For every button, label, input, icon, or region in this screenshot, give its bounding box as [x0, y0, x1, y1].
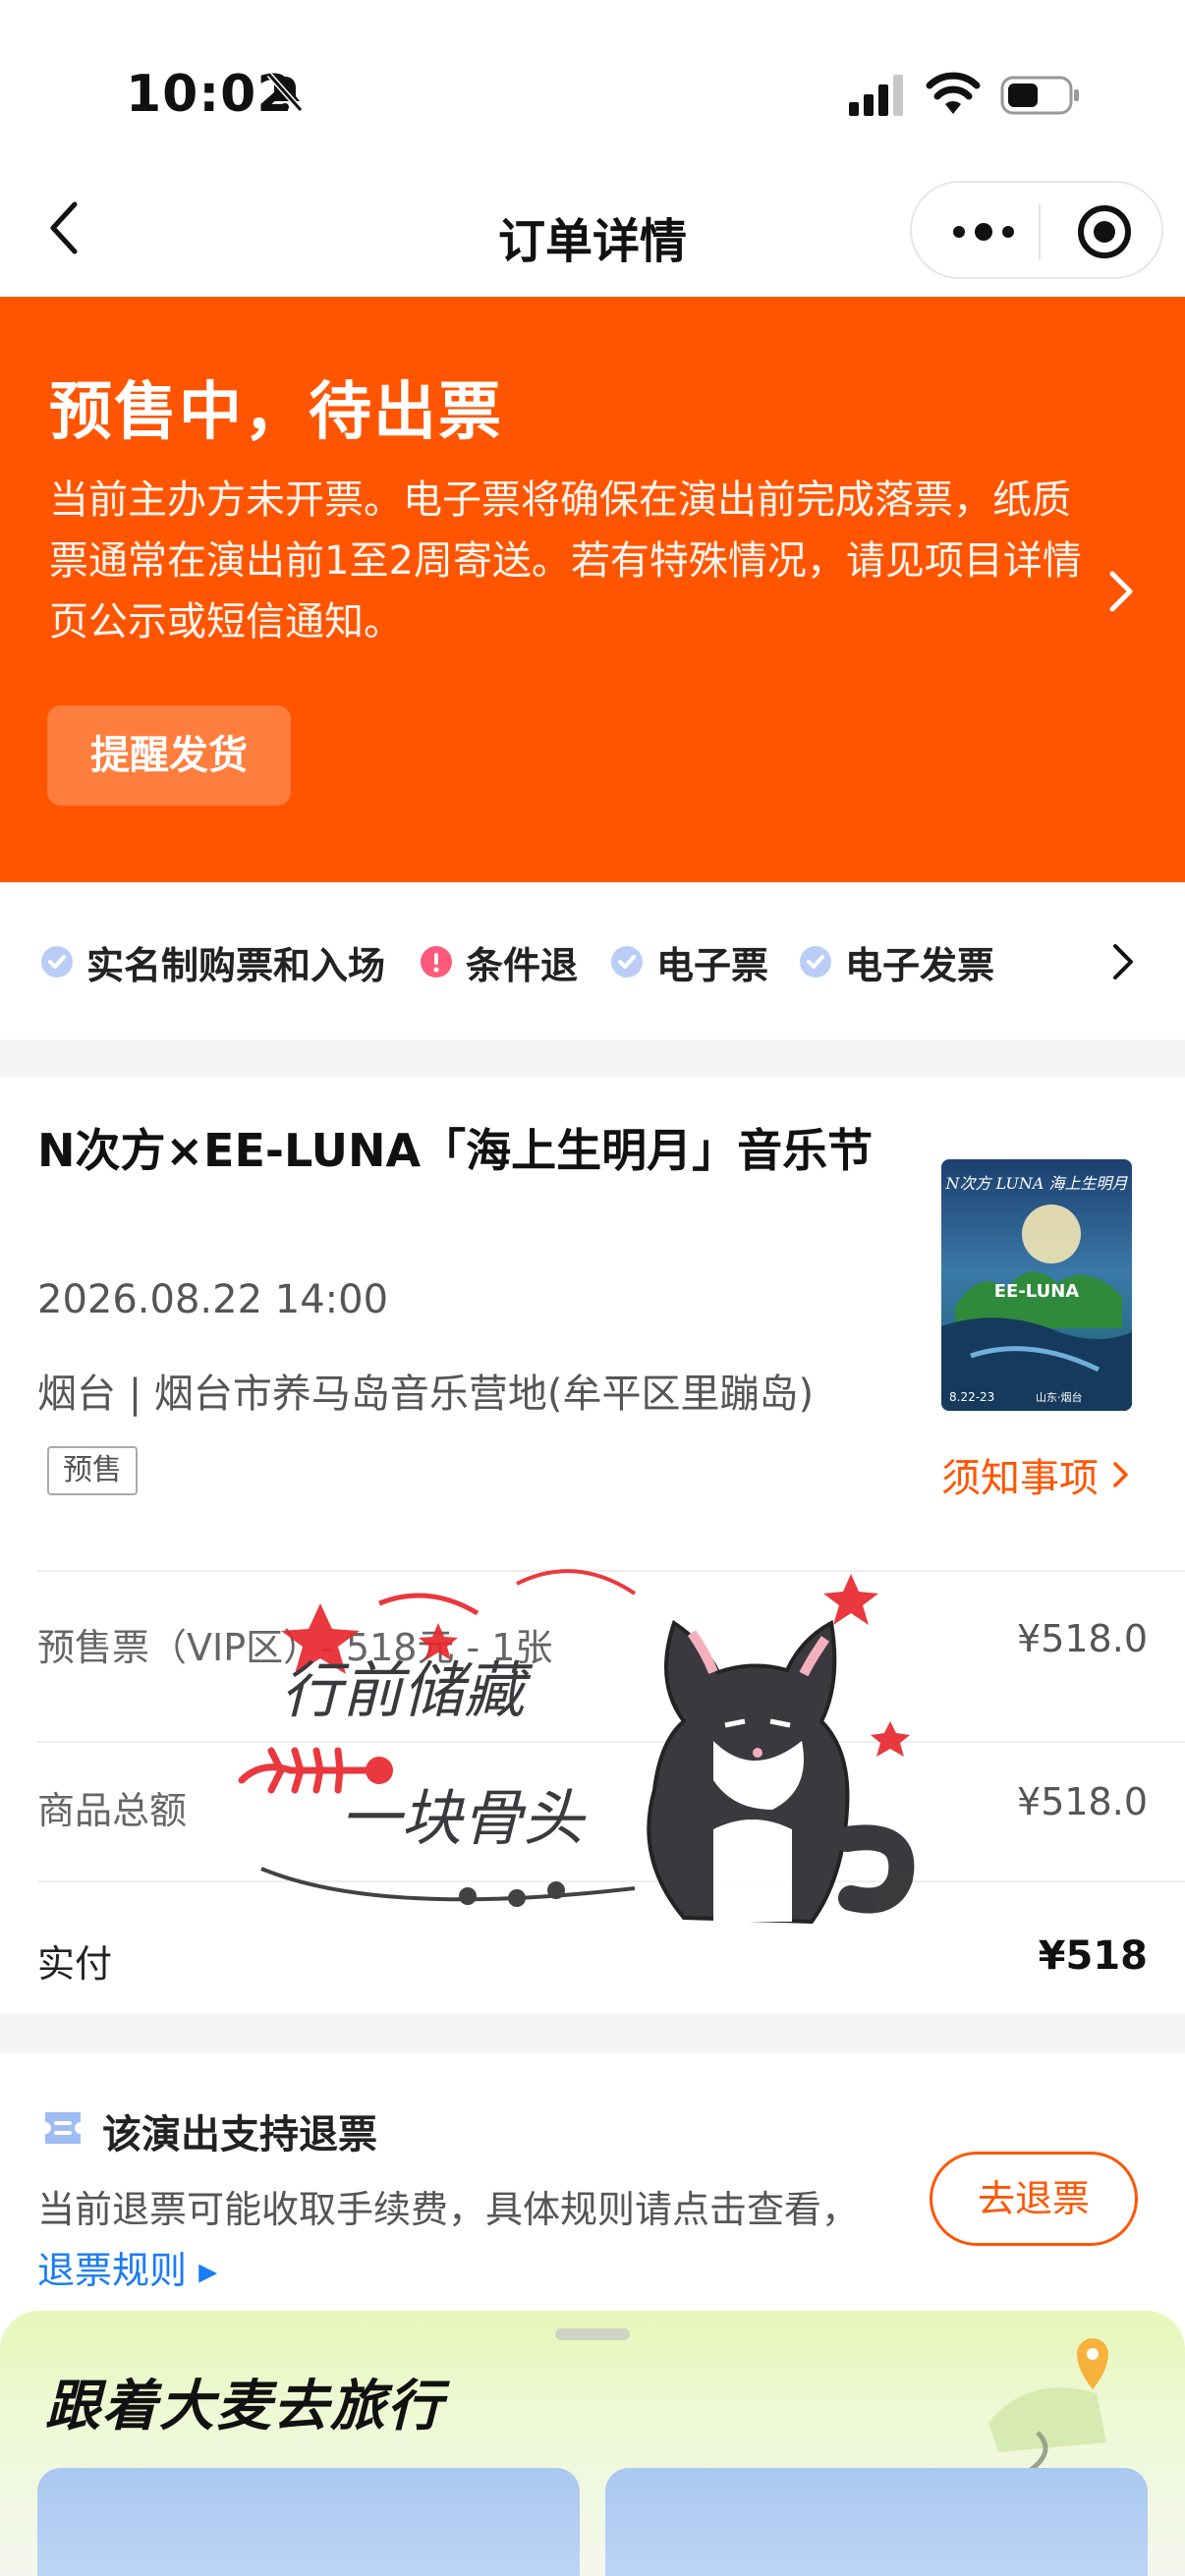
- sticker-text-line2: 一块骨头: [340, 1782, 587, 1854]
- more-icon[interactable]: [949, 212, 1018, 252]
- mini-program-capsule: [910, 181, 1163, 279]
- travel-title: 跟着大麦去旅行: [45, 2375, 444, 2438]
- remind-delivery-button[interactable]: 提醒发货: [47, 705, 291, 806]
- check-icon: [41, 946, 73, 978]
- refund-title: 该演出支持退票: [102, 2112, 377, 2157]
- order-status-description: 当前主办方未开票。电子票将确保在演出前完成落票，纸质票通常在演出前1至2周寄送。…: [49, 477, 1082, 644]
- signal-icon: [849, 75, 903, 116]
- refund-card: 该演出支持退票 当前退票可能收取手续费，具体规则请点击查看， 退票规则 ▸ 去退票: [0, 2053, 1185, 2348]
- sheet-grabber[interactable]: [555, 2328, 630, 2340]
- event-datetime: 2026.08.22 14:00: [37, 1277, 389, 1322]
- ticket-line-amount: ¥518.0: [1017, 1617, 1148, 1660]
- target-icon[interactable]: [1075, 202, 1134, 261]
- travel-card[interactable]: [37, 2468, 580, 2576]
- poster-place: 山东·烟台: [1036, 1390, 1083, 1404]
- chevron-right-icon: [1113, 1462, 1128, 1487]
- event-venue: 烟台 | 烟台市养马岛音乐营地(牟平区里蹦岛): [37, 1372, 815, 1417]
- notice-link-label: 须知事项: [941, 1456, 1099, 1501]
- tag-e-invoice: 电子发票: [800, 939, 994, 987]
- service-tags-row[interactable]: 实名制购票和入场 条件退 电子票 电子发票: [0, 882, 1185, 1039]
- notice-link[interactable]: 须知事项: [941, 1446, 1132, 1503]
- paid-label: 实付: [37, 1942, 113, 1986]
- chevron-right-icon: [1113, 944, 1133, 980]
- tag-label: 条件退: [466, 943, 579, 987]
- tag-real-name: 实名制购票和入场: [41, 939, 385, 987]
- travel-card[interactable]: [605, 2468, 1148, 2576]
- status-bar: 10:02: [0, 0, 1185, 177]
- poster-title: N次方 LUNA 海上生明月: [945, 1174, 1129, 1193]
- chevron-right-icon: [1109, 571, 1133, 612]
- cat-sticker: 行前储藏 一块骨头: [238, 1569, 915, 1925]
- poster-date: 8.22-23: [949, 1390, 994, 1404]
- presale-badge: 预售: [47, 1446, 138, 1495]
- event-title[interactable]: N次方×EE-LUNA「海上生明月」音乐节: [37, 1116, 902, 1185]
- subtotal-label: 商品总额: [37, 1789, 188, 1832]
- tag-e-ticket: 电子票: [611, 939, 768, 987]
- wifi-icon: [926, 72, 981, 114]
- ticket-icon: [45, 2112, 81, 2144]
- caret-right-icon: ▸: [187, 2249, 218, 2292]
- travel-sheet[interactable]: 跟着大麦去旅行: [0, 2311, 1185, 2576]
- tag-label: 电子票: [656, 943, 769, 987]
- event-poster[interactable]: N次方 LUNA 海上生明月 EE-LUNA 8.22-23 山东·烟台: [941, 1159, 1132, 1411]
- capsule-divider: [1039, 204, 1041, 259]
- refund-rule-link[interactable]: 退票规则: [37, 2249, 187, 2292]
- sticker-text-line1: 行前储藏: [281, 1654, 534, 1726]
- bell-slash-icon: [266, 73, 304, 112]
- refund-description: 当前退票可能收取手续费，具体规则请点击查看， 退票规则 ▸: [37, 2179, 882, 2301]
- battery-icon: [1000, 76, 1079, 115]
- tag-label: 电子发票: [845, 943, 995, 987]
- exclamation-icon: [421, 946, 452, 978]
- refund-description-text: 当前退票可能收取手续费，具体规则请点击查看，: [37, 2188, 860, 2231]
- nav-bar: 订单详情: [0, 177, 1185, 297]
- poster-mid-text: EE-LUNA: [994, 1281, 1080, 1302]
- tag-label: 实名制购票和入场: [86, 943, 386, 987]
- check-icon: [800, 946, 831, 978]
- paid-amount: ¥518: [1038, 1933, 1148, 1979]
- order-status-banner[interactable]: 预售中，待出票 当前主办方未开票。电子票将确保在演出前完成落票，纸质票通常在演出…: [0, 297, 1185, 882]
- location-pin-icon: [988, 2338, 1108, 2475]
- tag-conditional-refund: 条件退: [421, 939, 578, 987]
- order-status-title: 预售中，待出票: [49, 376, 503, 449]
- subtotal-amount: ¥518.0: [1017, 1780, 1148, 1823]
- check-icon: [611, 946, 643, 978]
- refund-button[interactable]: 去退票: [930, 2152, 1138, 2246]
